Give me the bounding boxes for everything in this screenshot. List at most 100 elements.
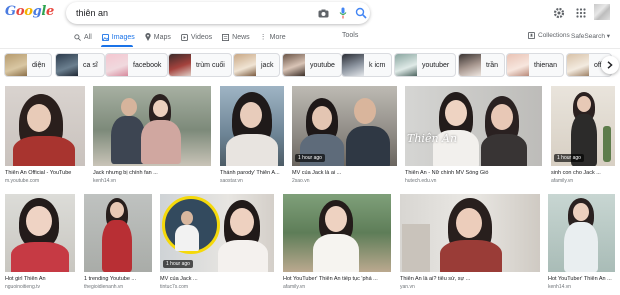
google-logo[interactable]: Google — [5, 4, 54, 20]
result-caption[interactable]: Thánh parody' Thiên A... — [220, 170, 284, 176]
result-caption[interactable]: 1 trending Youtube ... — [84, 276, 152, 282]
result-image[interactable] — [400, 194, 540, 272]
chip-thienan[interactable]: thienan — [506, 53, 564, 77]
chevron-right-icon — [607, 61, 613, 69]
result-caption[interactable]: Thiên An - Nữ chính MV Sóng Gió — [405, 170, 542, 176]
header-divider — [0, 48, 620, 49]
chip-label: k icm — [369, 61, 386, 69]
time-badge: 1 hour ago — [554, 154, 584, 162]
chip-label: thienan — [534, 61, 557, 69]
chips-next-button[interactable] — [601, 56, 619, 74]
bookmark-icon — [528, 32, 535, 39]
chip-tran[interactable]: trần — [458, 53, 506, 77]
result-source: tintuc7s.com — [160, 284, 189, 290]
result-caption[interactable]: Jack nhưng bị chính fan ... — [93, 170, 211, 176]
tab-label: Maps — [153, 33, 171, 41]
tab-videos[interactable]: Videos — [180, 30, 213, 44]
camera-icon[interactable] — [316, 6, 330, 20]
result-image[interactable] — [220, 86, 284, 166]
news-icon — [222, 33, 230, 41]
chip-label: jack — [261, 61, 274, 69]
result-card[interactable]: Hot girl Thiên An nguoinoitieng.tv — [5, 194, 75, 292]
result-card[interactable]: Hot YouTuber' Thiên An ... kenh14.vn — [548, 194, 615, 292]
related-search-chips: diện ca sĩ facebook trùm cuối jack youtu… — [4, 53, 616, 77]
result-card[interactable]: Thiên An là ai? tiểu sử, sự ... yan.vn — [400, 194, 540, 292]
tab-label: Videos — [190, 33, 213, 41]
microphone-icon[interactable] — [336, 6, 350, 20]
tab-news[interactable]: News — [222, 30, 250, 44]
result-caption[interactable]: Hot YouTuber' Thiên An tiếp tục 'phá ... — [283, 276, 391, 282]
play-icon — [180, 33, 188, 41]
result-caption[interactable]: Thiên An Official - YouTube — [5, 170, 85, 176]
chip-k-icm[interactable]: k icm — [341, 53, 393, 77]
result-caption[interactable]: MV của Jack là ai ... — [292, 170, 397, 176]
chip-trum-cuoi[interactable]: trùm cuối — [168, 53, 232, 77]
chip-thumbnail — [567, 54, 589, 76]
chip-label: trùm cuối — [196, 61, 225, 69]
apps-icon[interactable] — [574, 6, 588, 20]
result-image[interactable] — [5, 86, 85, 166]
search-icon — [74, 33, 81, 41]
result-image[interactable] — [283, 194, 391, 272]
chip-jack[interactable]: jack — [233, 53, 281, 77]
result-caption[interactable]: Thiên An là ai? tiểu sử, sự ... — [400, 276, 540, 282]
result-card[interactable]: 1 hour ago MV của Jack là ai ... 2sao.vn — [292, 86, 397, 186]
chip-label: facebook — [133, 61, 162, 69]
chip-thumbnail — [106, 54, 128, 76]
gear-icon[interactable] — [552, 6, 566, 20]
result-source: 2sao.vn — [292, 178, 310, 184]
collections-button[interactable]: Collections — [528, 32, 570, 39]
chip-youtube[interactable]: youtube — [282, 53, 342, 77]
result-source: nguoinoitieng.tv — [5, 284, 41, 290]
result-image[interactable]: 1 hour ago — [551, 86, 615, 166]
tools-button[interactable]: Tools — [342, 32, 358, 39]
result-card[interactable]: Hot YouTuber' Thiên An tiếp tục 'phá ...… — [283, 194, 391, 292]
result-image[interactable]: 1 hour ago — [160, 194, 274, 272]
result-source: hutech.edu.vn — [405, 178, 437, 184]
result-card[interactable]: Thiên An Thiên An - Nữ chính MV Sóng Gió… — [405, 86, 542, 186]
result-image[interactable] — [548, 194, 615, 272]
result-image[interactable] — [5, 194, 75, 272]
tab-label: All — [84, 33, 92, 41]
collections-label: Collections — [538, 32, 570, 39]
result-card[interactable]: 1 hour ago MV của Jack ... tintuc7s.com — [160, 194, 274, 292]
result-card[interactable]: Thánh parody' Thiên A... saostar.vn — [220, 86, 284, 186]
tab-all[interactable]: All — [74, 30, 92, 44]
tab-more[interactable]: ⋮ More — [260, 30, 286, 44]
search-icon[interactable] — [354, 6, 368, 20]
tab-images[interactable]: Images — [101, 30, 135, 44]
highlight-circle — [162, 196, 220, 254]
result-card[interactable]: Thiên An Official - YouTube m.youtube.co… — [5, 86, 85, 186]
chip-dien[interactable]: diện — [4, 53, 53, 77]
result-source: m.youtube.com — [5, 178, 40, 184]
result-caption[interactable]: sinh con cho Jack ... — [551, 170, 615, 176]
safesearch-button[interactable]: SafeSearch ▾ — [571, 32, 610, 40]
result-image[interactable]: Thiên An — [405, 86, 542, 166]
search-input[interactable] — [76, 5, 296, 21]
result-image[interactable]: 1 hour ago — [292, 86, 397, 166]
result-card[interactable]: Jack nhưng bị chính fan ... kenh14.vn — [93, 86, 211, 186]
tab-label: Images — [111, 33, 135, 41]
chip-facebook[interactable]: facebook — [105, 53, 169, 77]
result-source: afamily.vn — [551, 178, 574, 184]
result-image[interactable] — [84, 194, 152, 272]
result-card[interactable]: 1 hour ago sinh con cho Jack ... afamily… — [551, 86, 615, 186]
result-source: thegioidienanh.vn — [84, 284, 124, 290]
chip-thumbnail — [395, 54, 417, 76]
chip-label: youtuber — [422, 61, 450, 69]
result-source: kenh14.vn — [93, 178, 117, 184]
chip-ca-si[interactable]: ca sĩ — [55, 53, 105, 77]
result-image[interactable] — [93, 86, 211, 166]
result-caption[interactable]: Hot YouTuber' Thiên An ... — [548, 276, 615, 282]
result-card[interactable]: 1 trending Youtube ... thegioidienanh.vn — [84, 194, 152, 292]
result-caption[interactable]: Hot girl Thiên An — [5, 276, 75, 282]
active-tab-indicator — [101, 45, 133, 47]
more-icon: ⋮ — [259, 34, 267, 41]
result-source: yan.vn — [400, 284, 415, 290]
search-tabs: All Images Maps Videos News ⋮ More — [74, 30, 286, 46]
avatar[interactable] — [594, 4, 610, 20]
header: Google All Images Maps — [0, 0, 620, 52]
tab-maps[interactable]: Maps — [145, 30, 171, 44]
result-caption[interactable]: MV của Jack ... — [160, 276, 274, 282]
chip-youtuber[interactable]: youtuber — [394, 53, 457, 77]
